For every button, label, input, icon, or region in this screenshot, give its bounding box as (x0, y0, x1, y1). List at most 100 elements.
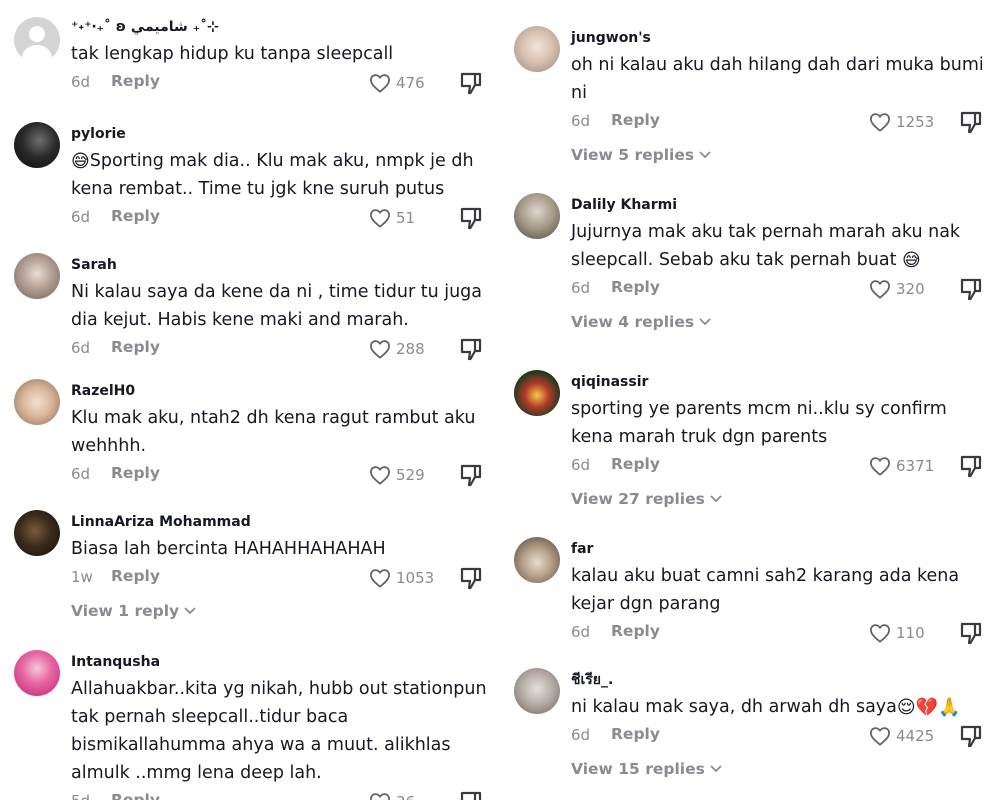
dislike-button[interactable] (959, 277, 983, 301)
comment-author[interactable]: Sarah (71, 256, 494, 274)
like-button[interactable]: 110 (869, 620, 925, 646)
like-button[interactable]: 476 (369, 70, 425, 96)
avatar[interactable] (514, 537, 560, 583)
like-count: 6371 (896, 457, 935, 475)
reply-button[interactable]: Reply (611, 725, 660, 743)
view-replies-button[interactable]: View 4 replies (571, 312, 994, 332)
thumbs-down-icon (460, 464, 482, 487)
view-replies-button[interactable]: View 15 replies (571, 759, 994, 779)
comment-timestamp: 6d (71, 339, 91, 357)
comment-timestamp: 6d (571, 456, 591, 474)
like-count: 320 (896, 280, 925, 298)
like-button[interactable]: 529 (369, 462, 425, 488)
comment-author[interactable]: jungwon's (571, 29, 994, 47)
comment-item: Intanqusha Allahuakbar..kita yg nikah, h… (14, 650, 494, 800)
like-button[interactable]: 4425 (869, 723, 934, 749)
avatar[interactable] (514, 26, 560, 72)
view-replies-button[interactable]: View 1 reply (71, 601, 494, 621)
reply-button[interactable]: Reply (611, 278, 660, 296)
comment-meta: 5d Reply 36 (71, 789, 494, 800)
comment-author[interactable]: far (571, 540, 994, 558)
dislike-button[interactable] (459, 463, 483, 487)
dislike-button[interactable] (959, 621, 983, 645)
reply-button[interactable]: Reply (111, 72, 160, 90)
comment-author[interactable]: LinnaAriza Mohammad (71, 513, 494, 531)
view-replies-button[interactable]: View 5 replies (571, 145, 994, 165)
heart-outline-icon (870, 113, 890, 132)
reply-button[interactable]: Reply (611, 111, 660, 129)
comment-author[interactable]: RazelH0 (71, 382, 494, 400)
like-button[interactable]: 51 (369, 205, 415, 231)
comment-author[interactable]: ชีเรีย_. (571, 671, 994, 689)
dislike-button[interactable] (459, 337, 483, 361)
thumbs-down-icon (460, 338, 482, 361)
avatar[interactable] (14, 379, 60, 425)
view-replies-button[interactable]: View 27 replies (571, 489, 994, 509)
dislike-button[interactable] (959, 110, 983, 134)
comment-text-body: ni kalau mak saya, dh arwah dh saya (571, 697, 897, 717)
avatar[interactable] (514, 668, 560, 714)
comment-meta: 6d Reply 6371 (571, 453, 994, 479)
comment-meta: 6d Reply 529 (71, 462, 494, 488)
comment-author[interactable]: ⁺˖⁺‧₊˚ ʚ شاميمي ₊˚⊹ (71, 18, 494, 36)
comment-item: ⁺˖⁺‧₊˚ ʚ شاميمي ₊˚⊹ tak lengkap hidup ku… (14, 17, 494, 97)
comment-author[interactable]: qiqinassir (571, 373, 994, 391)
view-replies-label: View 1 reply (71, 602, 180, 620)
comment-text: tak lengkap hidup ku tanpa sleepcall (71, 44, 394, 64)
reply-button[interactable]: Reply (111, 338, 160, 356)
comment-timestamp: 6d (571, 623, 591, 641)
dislike-button[interactable] (459, 790, 483, 800)
dislike-button[interactable] (459, 566, 483, 590)
comment-item: qiqinassir sporting ye parents mcm ni..k… (514, 370, 994, 520)
chevron-down-icon (699, 151, 711, 159)
like-button[interactable]: 1053 (369, 565, 434, 591)
like-button[interactable]: 1253 (869, 109, 934, 135)
comment-meta: 6d Reply 110 (571, 620, 994, 646)
avatar[interactable] (514, 370, 560, 416)
reply-button[interactable]: Reply (111, 791, 160, 800)
avatar[interactable] (14, 510, 60, 556)
like-button[interactable]: 320 (869, 276, 925, 302)
reply-button[interactable]: Reply (111, 567, 160, 585)
comment-author[interactable]: pylorie (71, 125, 494, 143)
thumbs-down-icon (460, 72, 482, 95)
avatar[interactable] (514, 193, 560, 239)
like-count: 4425 (896, 727, 935, 745)
comment-meta: 1w Reply 1053 (71, 565, 494, 591)
thumbs-down-icon (960, 111, 982, 134)
comment-meta: 6d Reply 320 (571, 276, 994, 302)
comment-author[interactable]: Intanqusha (71, 653, 494, 671)
avatar[interactable] (14, 17, 60, 63)
comment-item: far kalau aku buat camni sah2 karang ada… (514, 537, 994, 647)
reply-button[interactable]: Reply (111, 207, 160, 225)
sweat-smile-emoji: 😅 (71, 151, 90, 172)
dislike-button[interactable] (459, 71, 483, 95)
like-button[interactable]: 288 (369, 336, 425, 362)
like-count: 51 (396, 209, 416, 227)
like-count: 529 (396, 466, 425, 484)
like-count: 1253 (896, 113, 935, 131)
reply-button[interactable]: Reply (611, 622, 660, 640)
avatar[interactable] (14, 253, 60, 299)
comment-text: Jujurnya mak aku tak pernah marah aku na… (571, 218, 994, 274)
avatar[interactable] (14, 650, 60, 696)
like-button[interactable]: 6371 (869, 453, 934, 479)
thumbs-down-icon (960, 455, 982, 478)
avatar[interactable] (14, 122, 60, 168)
like-button[interactable]: 36 (369, 789, 415, 800)
comment-author[interactable]: Dalily Kharmi (571, 196, 994, 214)
comment-text: kalau aku buat camni sah2 karang ada ken… (571, 566, 960, 614)
dislike-button[interactable] (959, 724, 983, 748)
reply-button[interactable]: Reply (611, 455, 660, 473)
heart-outline-icon (370, 466, 390, 485)
comment-timestamp: 6d (571, 279, 591, 297)
dislike-button[interactable] (959, 454, 983, 478)
comment-timestamp: 6d (571, 112, 591, 130)
dislike-button[interactable] (459, 206, 483, 230)
comment-text: sporting ye parents mcm ni..klu sy confi… (571, 399, 947, 447)
comment-meta: 6d Reply 51 (71, 205, 494, 231)
reply-button[interactable]: Reply (111, 464, 160, 482)
chevron-down-icon (710, 765, 722, 773)
comment-text: Allahuakbar..kita yg nikah, hubb out sta… (71, 679, 487, 783)
comment-item: Dalily Kharmi Jujurnya mak aku tak perna… (514, 193, 994, 343)
